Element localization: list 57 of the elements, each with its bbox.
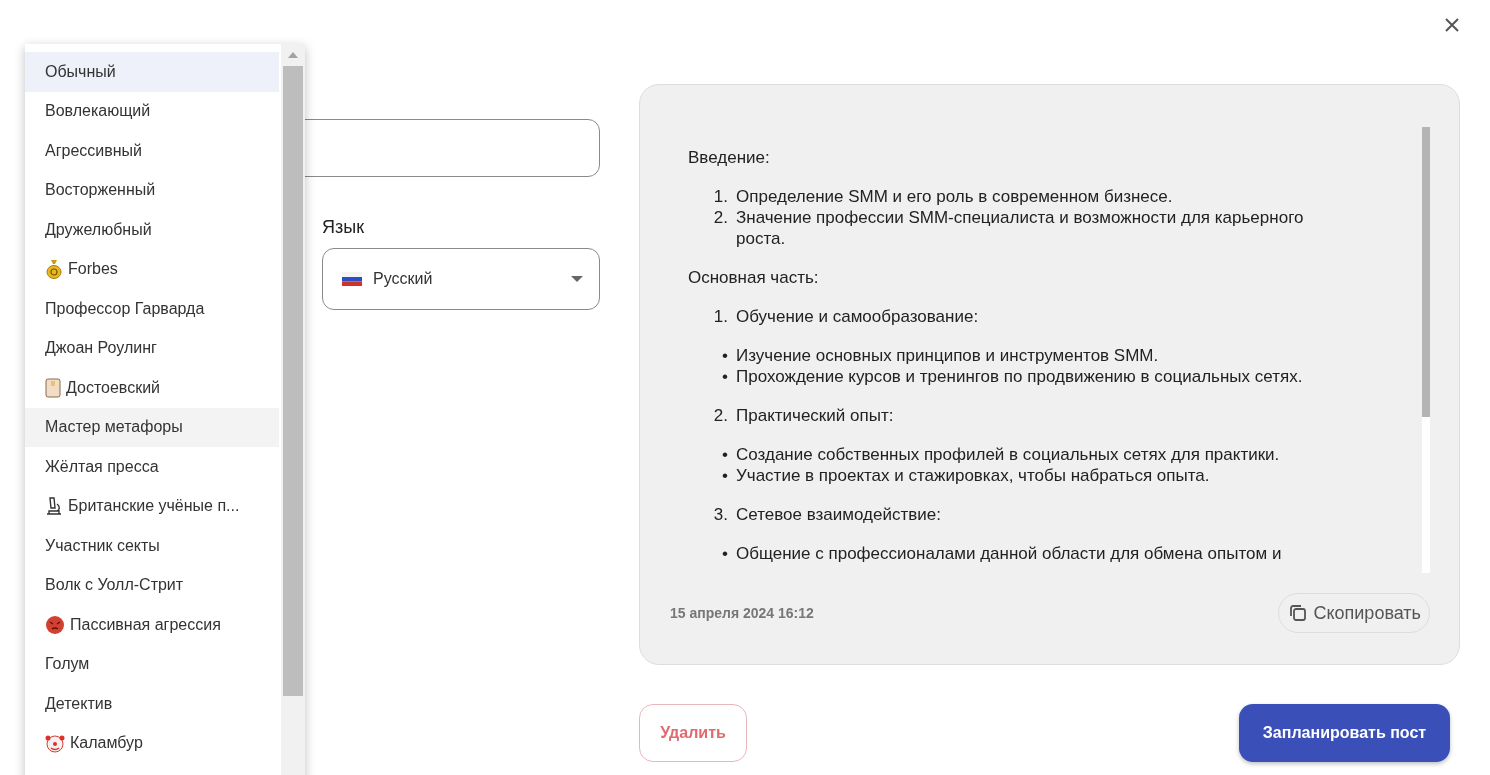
scrollbar[interactable] xyxy=(1422,127,1430,573)
list-item: Участие в проектах и стажировках, чтобы набраться опыта. xyxy=(736,465,1210,486)
list-marker: 3. xyxy=(712,504,729,525)
menu-item[interactable]: Дружелюбный xyxy=(25,210,279,250)
list-marker: • xyxy=(721,465,729,486)
menu-item[interactable]: Восторженный xyxy=(25,170,279,210)
copy-button[interactable]: Скопировать xyxy=(1278,593,1430,633)
scroll-icon xyxy=(45,377,61,398)
menu-item[interactable]: Волк с Уолл-Стрит xyxy=(25,565,279,605)
list-marker: 1. xyxy=(712,306,729,327)
flag-icon xyxy=(342,272,362,286)
schedule-button[interactable]: Запланировать пост xyxy=(1239,704,1450,762)
menu-item[interactable]: Пассивная агрессия xyxy=(25,605,279,645)
copy-icon xyxy=(1289,604,1308,622)
language-select[interactable]: Русский xyxy=(322,248,600,310)
angry-face-icon xyxy=(45,614,65,635)
paragraph: Введение: xyxy=(688,147,771,168)
menu-item[interactable]: Участник секты xyxy=(25,526,279,566)
list-marker: 2. xyxy=(712,207,729,229)
list-item: Общение с профессионалами данной области для обмена опытом и xyxy=(736,543,1282,564)
list-item: Определение SMM и его роль в современном бизнесе. xyxy=(736,186,1173,207)
microscope-icon xyxy=(45,496,63,517)
scroll-up-icon[interactable] xyxy=(288,52,298,58)
menu-item[interactable]: Обычный xyxy=(25,52,279,92)
menu-item[interactable]: Голум xyxy=(25,644,279,684)
list-item: Сетевое взаимодействие: xyxy=(736,504,941,525)
list-marker: • xyxy=(721,543,729,564)
list-marker: 1. xyxy=(712,186,729,207)
menu-item[interactable]: Британские учёные п... xyxy=(25,486,279,526)
list-marker: 2. xyxy=(712,405,729,426)
menu-item[interactable]: Forbes xyxy=(25,249,279,289)
list-item: Значение профессии SMM-специалиста и возможности для карьерного роста. xyxy=(736,207,1305,249)
menu-item[interactable]: Профессор Гарварда xyxy=(25,289,279,329)
close-icon[interactable] xyxy=(1444,17,1460,33)
menu-item[interactable]: Жёлтая пресса xyxy=(25,447,279,487)
list-item: Прохождение курсов и тренингов по продвижению в социальных сетях. xyxy=(736,366,1303,387)
list-item: Обучение и самообразование: xyxy=(736,306,979,327)
money-bag-icon xyxy=(45,259,63,280)
menu-item[interactable]: Вовлекающий xyxy=(25,91,279,131)
menu-item[interactable]: Джоан Роулинг xyxy=(25,328,279,368)
menu-item[interactable]: Достоевский xyxy=(25,368,279,408)
list-marker: • xyxy=(721,444,729,465)
caret-icon xyxy=(571,276,583,282)
list-item: Создание собственных профилей в социальных сетях для практики. xyxy=(736,444,1280,465)
list-marker: • xyxy=(721,366,729,387)
post-date: 15 апреля 2024 16:12 xyxy=(670,605,814,621)
list-marker: • xyxy=(721,345,729,366)
list-item: Практический опыт: xyxy=(736,405,894,426)
scrollbar[interactable] xyxy=(281,44,305,775)
menu-item[interactable]: Детектив xyxy=(25,684,279,724)
clown-face-icon xyxy=(45,733,65,754)
field-label: Язык xyxy=(322,217,366,238)
paragraph: Основная часть: xyxy=(688,267,820,288)
list-item: Изучение основных принципов и инструментов SMM. xyxy=(736,345,1159,366)
menu-item[interactable]: Мастер метафоры xyxy=(25,407,279,447)
menu-item[interactable]: Агрессивный xyxy=(25,131,279,171)
menu-item[interactable]: Каламбур xyxy=(25,723,279,763)
